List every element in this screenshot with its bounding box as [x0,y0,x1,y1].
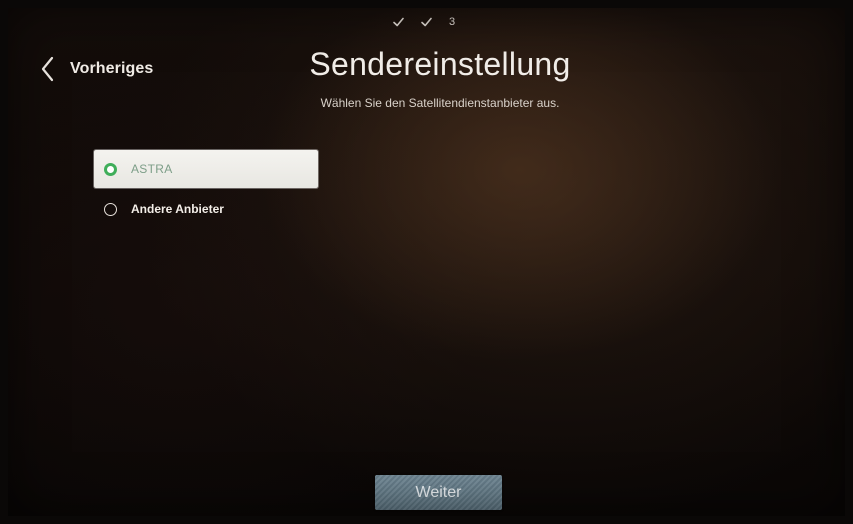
chevron-left-icon [41,56,54,82]
radio-unselected-icon [104,202,117,216]
option-astra-label: ASTRA [131,162,173,176]
step-indicator: 3 [393,16,455,28]
option-andere-anbieter[interactable]: Andere Anbieter [94,197,318,221]
step-1-check-icon [393,17,404,27]
back-button-label: Vorheriges [70,60,154,77]
option-astra[interactable]: ASTRA [94,150,318,188]
radio-selected-icon [104,162,117,176]
back-button[interactable]: Vorheriges [40,56,153,82]
option-andere-anbieter-label: Andere Anbieter [131,202,224,216]
provider-option-list: ASTRA Andere Anbieter [94,150,318,221]
page-title: Sendereinstellung [309,46,571,82]
page-subtitle: Wählen Sie den Satellitendienstanbieter … [320,96,560,110]
step-2-check-icon [421,17,432,27]
step-3-number: 3 [449,16,456,28]
next-button[interactable]: Weiter [375,475,502,510]
tv-screen: 3 Vorheriges Sendereinstellung Wählen Si… [0,0,853,524]
